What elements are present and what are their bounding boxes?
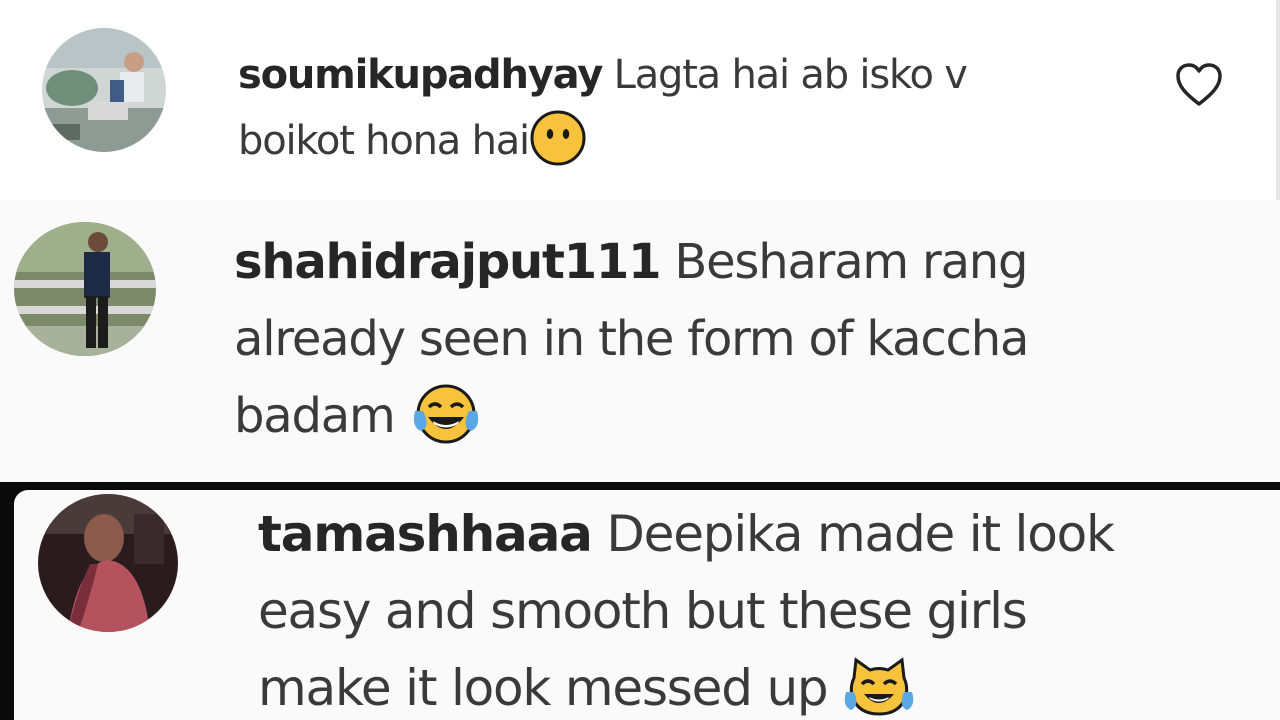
cat-with-tears-of-joy-emoji [842, 653, 916, 720]
comment-body: Lagta hai ab isko v [602, 52, 968, 98]
comment-body: boikot hona hai [238, 118, 530, 164]
username[interactable]: soumikupadhyay [238, 52, 603, 98]
comment-item-3: tamashhaaa Deepika made it look easy and… [0, 482, 1280, 720]
avatar[interactable] [14, 222, 156, 356]
comment-body: make it look messed up [258, 659, 843, 717]
heart-outline-icon [1174, 62, 1224, 112]
comment-body: already seen in the form of kaccha [234, 311, 1029, 367]
comment-text: tamashhaaa Deepika made it look easy and… [258, 496, 1115, 720]
username[interactable]: shahidrajput111 [234, 234, 662, 290]
username[interactable]: tamashhaaa [258, 505, 593, 563]
comment-text: soumikupadhyay Lagta hai ab isko v boiko… [238, 42, 968, 177]
like-button[interactable] [1172, 62, 1226, 112]
comment-body: Deepika made it look [591, 505, 1115, 563]
comment-body: Besharam rang [660, 234, 1028, 290]
face-with-tears-of-joy-emoji [409, 381, 483, 458]
comment-body: badam [234, 388, 409, 444]
comment-body: easy and smooth but these girls [258, 582, 1028, 640]
scrollbar[interactable] [1276, 0, 1280, 200]
avatar[interactable] [42, 28, 166, 152]
comment-item-1: soumikupadhyay Lagta hai ab isko v boiko… [0, 0, 1280, 200]
face-without-mouth-emoji [529, 109, 587, 177]
avatar[interactable] [38, 494, 178, 632]
comment-item-2: shahidrajput111 Besharam rang already se… [0, 200, 1280, 482]
comment-text: shahidrajput111 Besharam rang already se… [234, 224, 1029, 458]
